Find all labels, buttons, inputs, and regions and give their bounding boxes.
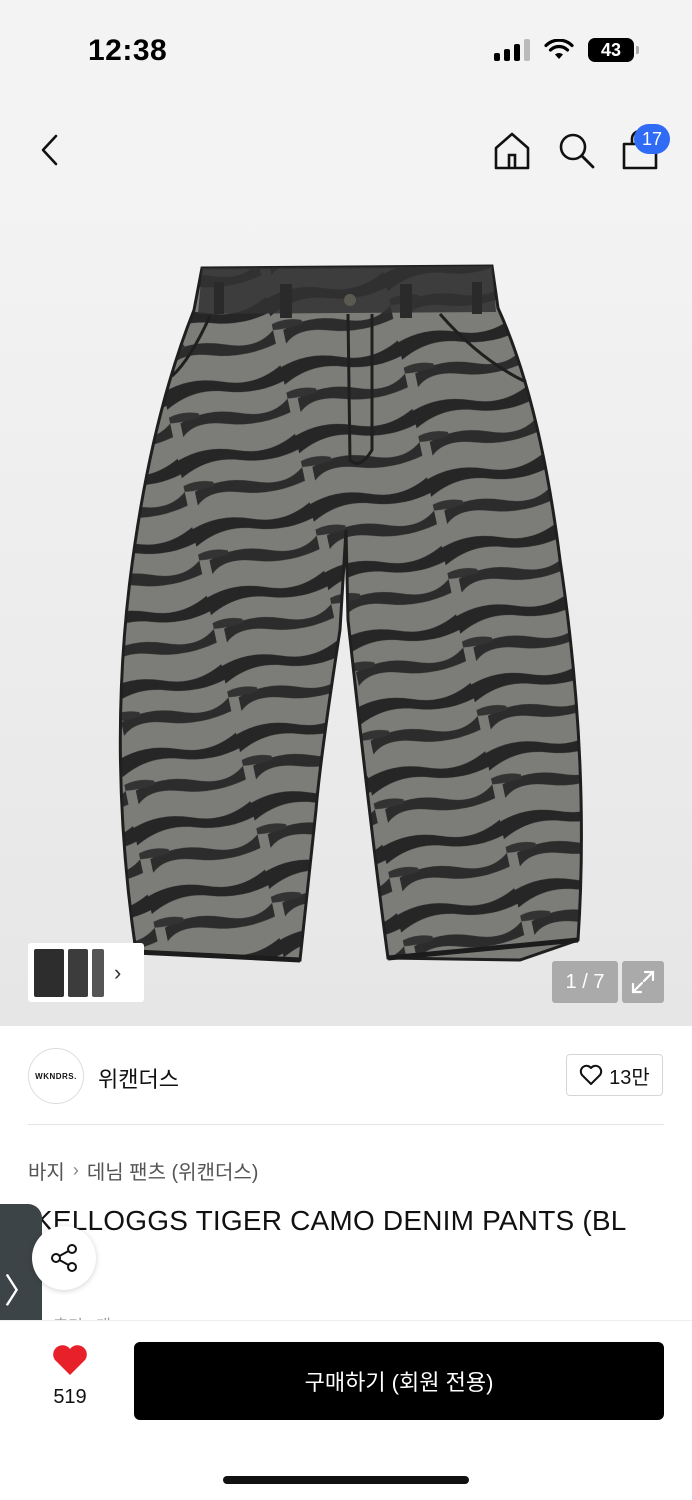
- battery-icon: 43: [588, 38, 639, 62]
- search-button[interactable]: [554, 128, 598, 172]
- brand-like-button[interactable]: 13만: [566, 1054, 663, 1096]
- expand-icon: [631, 970, 655, 994]
- home-indicator: [223, 1476, 469, 1484]
- status-time: 12:38: [88, 34, 168, 67]
- cellular-signal-icon: [494, 39, 530, 61]
- brand-row: WKNDRS. 위캔더스 13만: [0, 1026, 692, 1126]
- breadcrumb-category[interactable]: 바지: [28, 1156, 65, 1185]
- home-icon: [494, 132, 530, 170]
- cart-count-badge: 17: [634, 124, 670, 154]
- thumbnail-1[interactable]: [34, 948, 64, 997]
- expand-image-button[interactable]: [622, 961, 664, 1003]
- brand-logo-text: WKNDRS.: [35, 1071, 77, 1081]
- buy-button[interactable]: 구매하기 (회원 전용): [134, 1342, 664, 1420]
- chevron-right-icon: ›: [114, 959, 122, 985]
- wishlist-count: 519: [53, 1386, 87, 1408]
- back-button[interactable]: [30, 128, 70, 172]
- thumbnail-3[interactable]: [92, 948, 104, 997]
- wifi-icon: [544, 39, 574, 59]
- breadcrumb-subcategory[interactable]: 데님 팬츠 (위캔더스): [87, 1156, 259, 1185]
- side-panel-chevron-icon: 〉: [4, 1272, 38, 1311]
- share-icon: [51, 1244, 77, 1272]
- home-button[interactable]: [490, 128, 534, 172]
- divider: [28, 1124, 664, 1125]
- battery-level: 43: [600, 39, 622, 60]
- brand-logo[interactable]: WKNDRS.: [28, 1048, 84, 1104]
- heart-outline-icon: [579, 1064, 603, 1085]
- bottom-action-bar: 519 구매하기 (회원 전용): [0, 1320, 692, 1500]
- top-nav: [0, 100, 692, 200]
- thumbnail-strip[interactable]: ›: [28, 943, 144, 1002]
- chevron-left-icon: [41, 134, 58, 166]
- heart-filled-icon: [53, 1345, 87, 1375]
- product-image: [0, 200, 692, 1026]
- brand-name[interactable]: 위캔더스: [98, 1062, 179, 1094]
- product-image-gallery[interactable]: › 1 / 7: [0, 200, 692, 1026]
- breadcrumb-separator: ›: [72, 1160, 79, 1180]
- wishlist-button[interactable]: 519: [44, 1343, 96, 1413]
- thumbnail-2[interactable]: [68, 948, 88, 997]
- breadcrumb: 바지 › 데님 팬츠 (위캔더스): [28, 1156, 258, 1185]
- brand-like-count: 13만: [609, 1066, 650, 1089]
- share-button[interactable]: [32, 1226, 96, 1290]
- product-title: KELLOGGS TIGER CAMO DENIM PANTS (BL: [34, 1205, 627, 1236]
- status-icons: 43: [494, 38, 639, 62]
- status-bar: 12:38 43: [0, 0, 692, 100]
- search-icon: [559, 133, 595, 169]
- image-page-indicator: 1 / 7: [552, 961, 618, 1003]
